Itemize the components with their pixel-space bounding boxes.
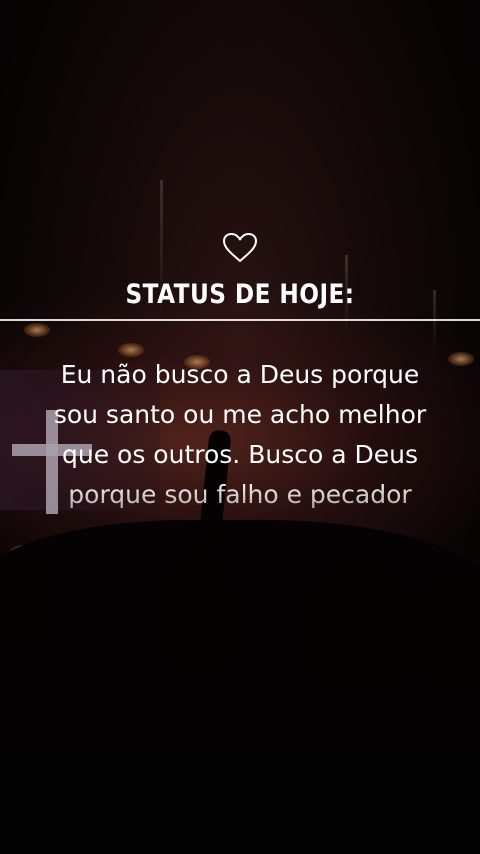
status-screen: STATUS DE HOJE: Eu não busco a Deus porq… xyxy=(0,0,480,854)
status-title: STATUS DE HOJE: xyxy=(125,279,355,310)
status-message: Eu não busco a Deus porque sou santo ou … xyxy=(53,360,427,509)
heart-outline-icon xyxy=(223,233,257,262)
title-divider xyxy=(0,319,480,321)
